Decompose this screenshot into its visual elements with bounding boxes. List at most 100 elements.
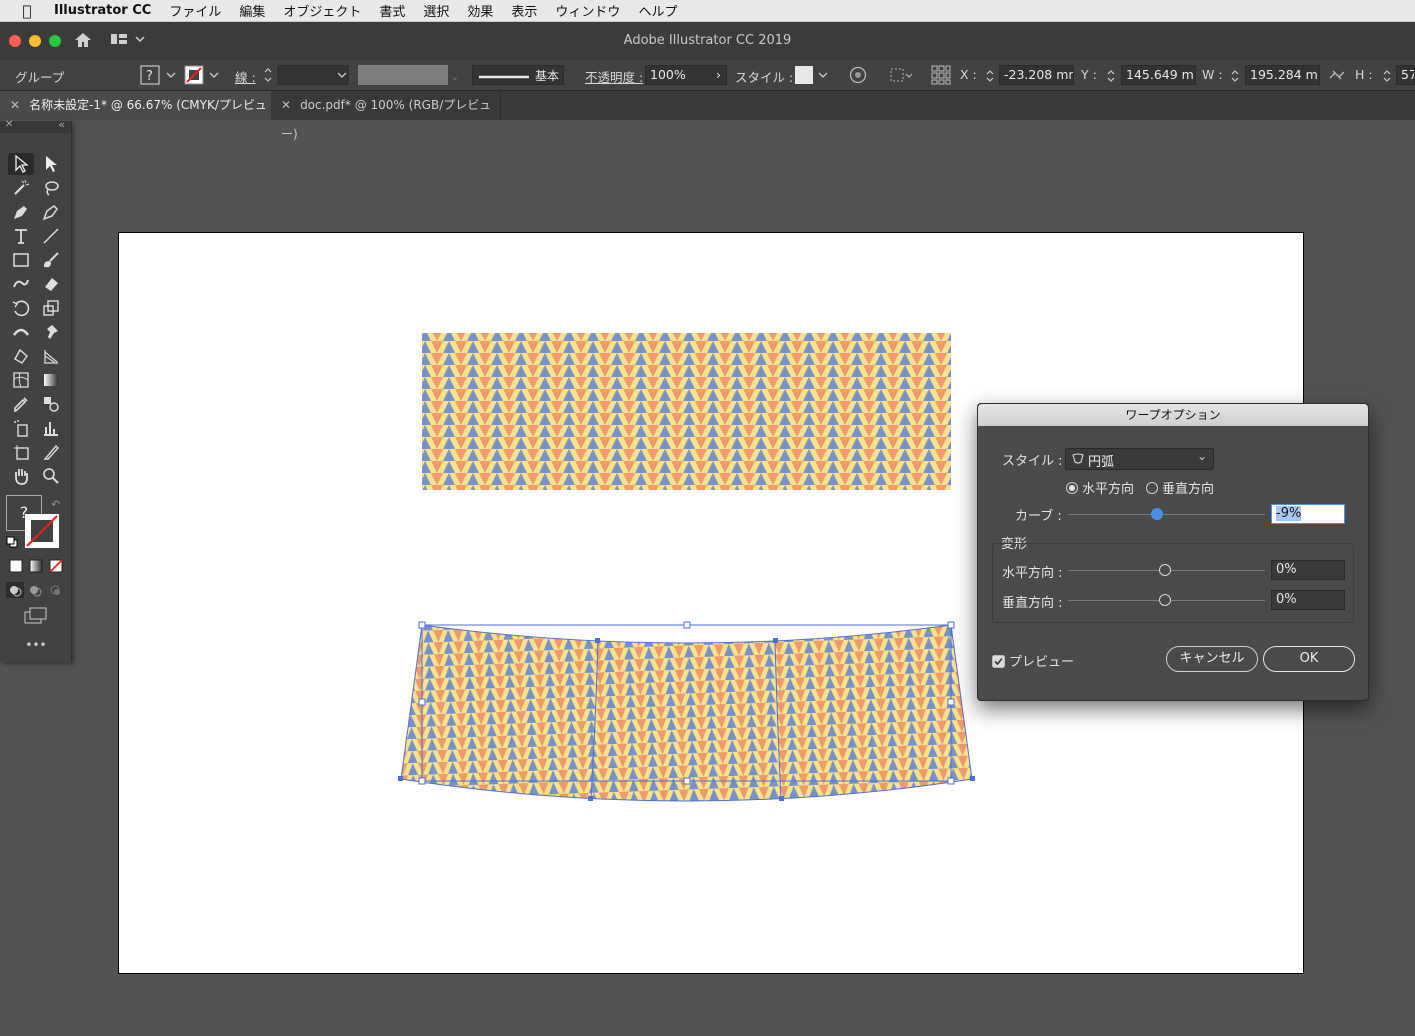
fill-swatch[interactable]: ? [140, 65, 178, 88]
slice-tool-icon[interactable] [38, 441, 64, 463]
menu-app-name[interactable]: Illustrator CC [54, 3, 151, 18]
h-stepper-icon[interactable] [1382, 68, 1392, 87]
dialog-title: ワープオプション [978, 404, 1368, 426]
ok-button[interactable]: OK [1263, 646, 1355, 672]
direct-selection-tool-icon[interactable] [38, 153, 64, 175]
y-field[interactable]: 145.649 mm [1121, 65, 1196, 85]
align-icon[interactable] [889, 65, 915, 88]
eraser-tool-icon[interactable] [38, 273, 64, 295]
blend-tool-icon[interactable] [38, 393, 64, 415]
apple-icon[interactable]:  [0, 2, 54, 20]
artboard-tool-icon[interactable] [8, 441, 34, 463]
tab-untitled-1[interactable]: ✕名称未設定-1* @ 66.67% (CMYK/プレビュー) [0, 91, 271, 141]
none-mode-icon[interactable] [49, 559, 63, 577]
gradient-mode-icon[interactable] [29, 559, 43, 577]
rectangle-tool-icon[interactable] [8, 249, 34, 271]
opacity-field[interactable]: 100% › [645, 65, 727, 85]
mesh-tool-icon[interactable] [8, 369, 34, 391]
recolor-artwork-icon[interactable] [848, 65, 868, 88]
lasso-tool-icon[interactable] [38, 177, 64, 199]
paintbrush-tool-icon[interactable] [38, 249, 64, 271]
pattern-rectangle[interactable] [422, 333, 951, 490]
variable-width-profile[interactable] [358, 65, 448, 85]
puppet-warp-tool-icon[interactable] [38, 321, 64, 343]
menu-edit[interactable]: 編集 [239, 1, 265, 20]
default-fill-stroke-icon[interactable] [6, 536, 18, 552]
type-tool-icon[interactable] [8, 225, 34, 247]
curve-slider-thumb[interactable] [1151, 508, 1163, 520]
style-label: スタイル : [1002, 454, 1063, 469]
collapse-panel-icon[interactable]: « [58, 118, 65, 131]
line-segment-tool-icon[interactable] [38, 225, 64, 247]
menu-effect[interactable]: 効果 [467, 1, 493, 20]
menu-help[interactable]: ヘルプ [638, 1, 677, 20]
distort-vertical-label: 垂直方向 : [1002, 596, 1063, 611]
free-transform-tool-icon[interactable] [8, 345, 34, 367]
distort-horizontal-field[interactable]: 0% [1271, 560, 1345, 580]
color-mode-icon[interactable] [9, 559, 23, 577]
perspective-grid-tool-icon[interactable] [38, 345, 64, 367]
gradient-tool-icon[interactable] [38, 369, 64, 391]
swap-fill-stroke-icon[interactable]: ↶ [51, 498, 60, 511]
transform-reference-icon[interactable] [931, 65, 951, 88]
width-tool-icon[interactable] [8, 321, 34, 343]
opacity-label: 不透明度 : [585, 70, 644, 85]
preview-checkbox[interactable]: プレビュー [992, 651, 1074, 670]
checkbox-checked-icon [992, 655, 1005, 668]
pen-tool-icon[interactable] [8, 201, 34, 223]
symbol-sprayer-tool-icon[interactable] [8, 417, 34, 439]
orientation-vertical-radio[interactable]: 垂直方向 [1146, 478, 1214, 497]
close-panel-icon[interactable]: ✕ [5, 119, 13, 130]
opacity-value: 100% [650, 67, 686, 82]
screen-mode-icon[interactable] [24, 607, 48, 629]
curve-label: カーブ : [1015, 509, 1062, 524]
chevron-down-icon: ⌄ [450, 70, 460, 83]
x-label: X : [960, 67, 977, 82]
drawing-modes[interactable] [6, 582, 66, 598]
close-tab-icon[interactable]: ✕ [10, 98, 20, 112]
hand-tool-icon[interactable] [8, 465, 34, 487]
edit-toolbar-button[interactable]: ••• [0, 638, 72, 652]
close-tab-icon[interactable]: ✕ [281, 98, 291, 112]
curve-slider-track[interactable] [1068, 514, 1265, 515]
warped-pattern-shape[interactable] [401, 625, 972, 801]
curvature-tool-icon[interactable] [38, 201, 64, 223]
orientation-horizontal-radio[interactable]: 水平方向 [1066, 478, 1134, 497]
brush-definition[interactable]: 基本 [472, 65, 564, 85]
curve-value-field[interactable]: -9% [1271, 504, 1345, 524]
y-stepper-icon[interactable] [1106, 68, 1116, 87]
zoom-tool-icon[interactable] [38, 465, 64, 487]
eyedropper-tool-icon[interactable] [8, 393, 34, 415]
menu-select[interactable]: 選択 [423, 1, 449, 20]
chevron-down-icon: ⌄ [1196, 449, 1207, 463]
distort-horizontal-label: 水平方向 : [1002, 566, 1063, 581]
graphic-style-swatch[interactable] [795, 65, 831, 88]
x-stepper-icon[interactable] [985, 68, 995, 87]
stroke-swatch[interactable] [184, 65, 222, 88]
distort-vertical-field[interactable]: 0% [1271, 590, 1345, 610]
warp-style-select[interactable]: 円弧 ⌄ [1065, 448, 1214, 470]
constrain-proportions-icon[interactable] [1328, 68, 1346, 85]
x-field[interactable]: -23.208 mm [999, 65, 1074, 85]
rotate-tool-icon[interactable] [8, 297, 34, 319]
magic-wand-tool-icon[interactable] [8, 177, 34, 199]
w-stepper-icon[interactable] [1230, 68, 1240, 87]
tab-doc-pdf[interactable]: ✕ doc.pdf* @ 100% (RGB/プレビュー) [271, 91, 501, 141]
menu-file[interactable]: ファイル [169, 1, 221, 20]
column-graph-tool-icon[interactable] [38, 417, 64, 439]
distort-horizontal-slider-thumb[interactable] [1159, 564, 1171, 576]
curve-value: -9% [1276, 506, 1302, 521]
shaper-tool-icon[interactable] [8, 273, 34, 295]
distort-vertical-slider-thumb[interactable] [1159, 594, 1171, 606]
menu-object[interactable]: オブジェクト [283, 1, 361, 20]
cancel-button[interactable]: キャンセル [1166, 646, 1258, 672]
h-field[interactable]: 57 [1396, 65, 1415, 85]
selection-tool-icon[interactable] [8, 153, 34, 175]
stroke-indicator[interactable] [25, 514, 59, 548]
scale-tool-icon[interactable] [38, 297, 64, 319]
stroke-weight-stepper[interactable] [262, 64, 352, 88]
w-field[interactable]: 195.284 mm [1245, 65, 1320, 85]
menu-view[interactable]: 表示 [511, 1, 537, 20]
menu-window[interactable]: ウィンドウ [555, 1, 620, 20]
menu-type[interactable]: 書式 [379, 1, 405, 20]
